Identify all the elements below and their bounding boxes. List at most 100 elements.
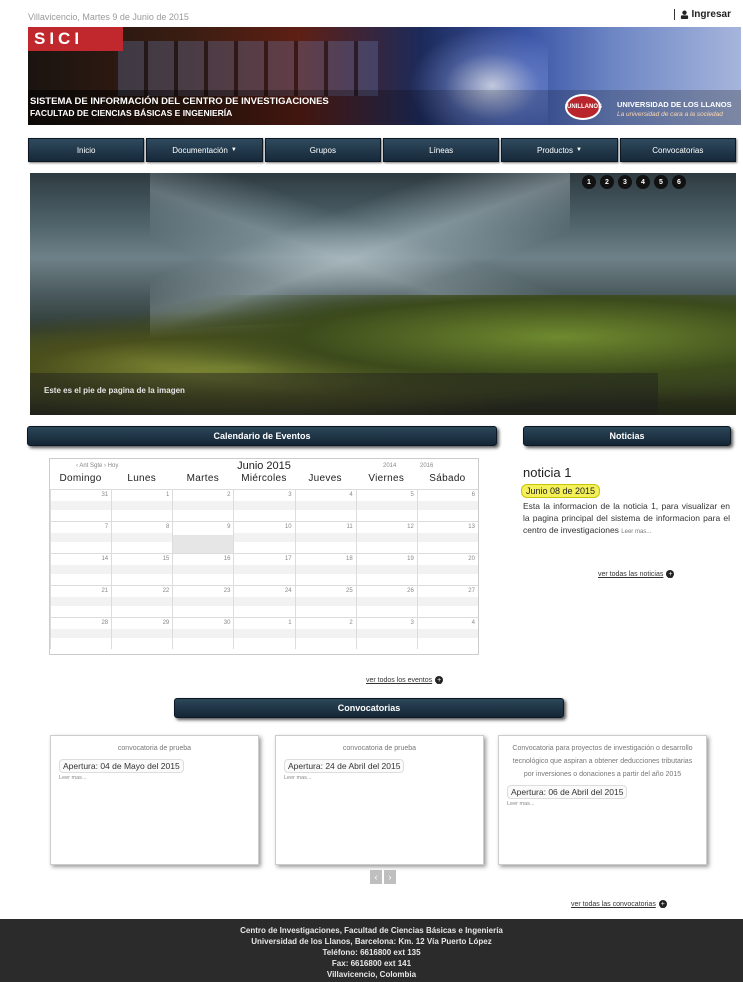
university-logo: UNILLANOS [565,94,602,120]
calendar-day-cell[interactable]: 4 [416,617,478,649]
system-title: SISTEMA DE INFORMACIÓN DEL CENTRO DE INV… [30,96,329,107]
calendar-day-cell[interactable]: 16 [172,553,234,585]
calendar-day-cell[interactable]: 26 [355,585,417,617]
convocatoria-title: convocatoria de prueba [117,745,192,752]
day-number: 27 [468,588,475,594]
events-section-title: Calendario de Eventos [27,426,497,446]
news-title[interactable]: noticia 1 [523,465,571,480]
weekday-header: Lunes [127,473,157,484]
calendar-day-cell[interactable]: 30 [172,617,234,649]
convocatoria-card[interactable]: convocatoria de prueba Apertura: 04 de M… [50,735,259,865]
login-link[interactable]: Ingresar [673,9,731,20]
weekday-header: Viernes [368,473,405,484]
calendar-day-cell[interactable]: 3 [355,617,417,649]
convocatoria-title: Convocatoria para proyectos de investiga… [512,745,693,778]
banner-image [118,41,378,96]
slide-page-button[interactable]: 6 [672,175,686,189]
slide-page-button[interactable]: 1 [582,175,596,189]
calendar-day-cell[interactable]: 6 [416,489,478,521]
calendar-day-cell[interactable]: 4 [294,489,356,521]
day-number: 20 [468,556,475,562]
footer-line: Fax: 6616800 ext 141 [331,959,412,968]
calendar-day-cell[interactable]: 24 [233,585,295,617]
calendar-day-cell[interactable]: 1 [111,489,173,521]
see-all-convocatorias-link[interactable]: ver todas las convocatorias + [571,900,667,908]
footer-line: Universidad de los Llanos, Barcelona: Km… [251,937,492,946]
plus-circle-icon: + [658,900,667,908]
convocatoria-card[interactable]: Convocatoria para proyectos de investiga… [498,735,707,865]
calendar-next-year[interactable]: 2016 [420,463,433,469]
slide-page-button[interactable]: 5 [654,175,668,189]
calendar-day-cell[interactable]: 19 [355,553,417,585]
calendar-day-cell[interactable]: 2 [294,617,356,649]
calendar-day-cell[interactable]: 17 [233,553,295,585]
day-number: 3 [288,492,292,498]
calendar-grid: 31 1 2 3 4 5 6 7 8 9 10 11 12 13 14 15 16 17 18 19 20 21 22 23 2… [50,489,478,649]
day-number: 29 [162,620,170,626]
sici-logo[interactable]: SICI [28,27,123,51]
calendar-day-cell[interactable]: 31 [50,489,112,521]
image-slider[interactable]: Este es el pie de pagina de la imagen 1 … [30,173,736,415]
calendar-day-cell[interactable]: 27 [416,585,478,617]
see-all-events-link[interactable]: ver todos los eventos + [366,676,444,684]
day-number: 25 [346,588,353,594]
chevron-left-icon[interactable]: ‹ [370,870,382,884]
convocatoria-card[interactable]: convocatoria de prueba Apertura: 24 de A… [275,735,484,865]
day-number: 1 [288,620,292,626]
calendar-day-cell[interactable]: 12 [355,521,417,553]
calendar-day-cell[interactable]: 21 [50,585,112,617]
calendar-day-cell[interactable]: 13 [416,521,478,553]
day-number: 8 [165,524,170,530]
news-read-more-link[interactable]: Leer mas... [621,529,651,535]
calendar-day-cell[interactable]: 8 [111,521,173,553]
nav-item-lineas[interactable]: Líneas [382,138,500,162]
see-all-news-link[interactable]: ver todas las noticias + [598,570,675,578]
events-calendar: ‹ Ant Sgte › Hoy Junio 2015 2014 2016 Do… [49,458,479,655]
slide-page-button[interactable]: 2 [600,175,614,189]
calendar-day-cell[interactable]: 5 [355,489,417,521]
carousel-controls: ‹ › [370,870,396,884]
calendar-day-cell[interactable]: 29 [111,617,173,649]
day-number: 2 [227,492,231,498]
calendar-day-cell[interactable]: 3 [233,489,295,521]
convocatoria-read-more[interactable]: Leer mas... [507,801,698,807]
nav-item-productos[interactable]: Productos ▼ [501,138,618,162]
divider [673,9,675,20]
calendar-day-cell[interactable]: 1 [233,617,295,649]
slide-page-button[interactable]: 3 [618,175,632,189]
calendar-day-cell[interactable]: 14 [50,553,112,585]
nav-item-convocatorias[interactable]: Convocatorias [619,138,736,162]
calendar-day-cell[interactable]: 9 [172,521,234,553]
calendar-day-cell[interactable]: 2 [172,489,234,521]
calendar-day-cell[interactable]: 22 [111,585,173,617]
convocatoria-read-more[interactable]: Leer mas... [284,775,475,781]
university-name: UNIVERSIDAD DE LOS LLANOS [617,100,732,109]
convocatoria-read-more[interactable]: Leer mas... [59,775,250,781]
calendar-day-cell[interactable]: 18 [294,553,356,585]
calendar-day-cell[interactable]: 11 [294,521,356,553]
calendar-day-cell[interactable]: 25 [294,585,356,617]
day-number: 9 [227,524,231,530]
login-label: Ingresar [691,9,731,20]
calendar-prev-year[interactable]: 2014 [383,463,396,469]
day-number: 11 [346,524,353,530]
faculty-title: FACULTAD DE CIENCIAS BÁSICAS E INGENIERÍ… [30,108,233,118]
user-icon [680,10,688,19]
slide-page-button[interactable]: 4 [636,175,650,189]
day-number: 6 [471,492,475,498]
nav-item-grupos[interactable]: Grupos [264,138,381,162]
weekday-header: Jueves [308,473,342,484]
day-number: 3 [410,620,414,626]
calendar-day-cell[interactable]: 10 [233,521,295,553]
convocatoria-opening: Apertura: 24 de Abril del 2015 [284,759,405,773]
calendar-day-cell[interactable]: 28 [50,617,112,649]
calendar-day-cell[interactable]: 23 [172,585,234,617]
nav-item-inicio[interactable]: Inicio [28,138,145,162]
calendar-day-cell[interactable]: 7 [50,521,112,553]
calendar-day-cell[interactable]: 20 [416,553,478,585]
day-number: 19 [407,556,414,562]
chevron-right-icon[interactable]: › [384,870,396,884]
calendar-day-cell[interactable]: 15 [111,553,173,585]
caret-down-icon: ▼ [576,147,582,153]
nav-item-documentacion[interactable]: Documentación ▼ [146,138,263,162]
